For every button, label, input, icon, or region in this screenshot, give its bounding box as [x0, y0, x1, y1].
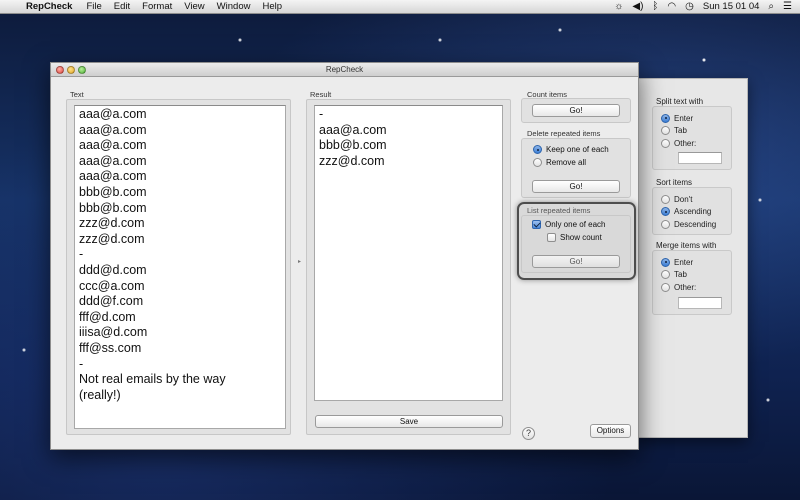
result-line: bbb@b.com: [319, 138, 387, 153]
bluetooth-icon[interactable]: ᛒ: [652, 0, 658, 14]
radio-icon: [661, 113, 670, 123]
sort-items-label: Sort items: [656, 178, 693, 187]
radio-icon: [661, 194, 670, 204]
close-window-button[interactable]: [56, 66, 64, 74]
split-tab-radio[interactable]: Tab: [653, 125, 731, 138]
split-text-group: Enter Tab Other:: [652, 106, 732, 170]
main-window: RepCheck Text aaa@a.com aaa@a.com aaa@a.…: [50, 62, 639, 450]
text-input-area[interactable]: aaa@a.com aaa@a.com aaa@a.com aaa@a.com …: [74, 105, 286, 429]
title-bar[interactable]: RepCheck: [51, 63, 638, 77]
volume-icon[interactable]: ◀): [632, 0, 643, 14]
text-line: iiisa@d.com: [79, 325, 148, 340]
search-icon[interactable]: ⌕: [768, 0, 774, 14]
result-panel-label: Result: [310, 90, 332, 99]
save-button[interactable]: Save: [315, 415, 503, 428]
sort-ascending-radio[interactable]: Ascending: [653, 206, 731, 219]
delete-repeated-label: Delete repeated items: [527, 129, 601, 138]
text-line: -: [79, 247, 84, 262]
menu-bar: RepCheck File Edit Format View Window He…: [0, 0, 800, 14]
text-line: aaa@a.com: [79, 122, 147, 137]
text-line: ddd@f.com: [79, 294, 144, 309]
menu-window[interactable]: Window: [211, 0, 257, 14]
brightness-icon[interactable]: ☼: [614, 0, 623, 14]
result-line: aaa@a.com: [319, 122, 387, 137]
text-line: zzz@d.com: [79, 231, 145, 246]
menu-format[interactable]: Format: [136, 0, 178, 14]
zoom-window-button[interactable]: [78, 66, 86, 74]
count-go-button[interactable]: Go!: [532, 104, 620, 117]
text-line: aaa@a.com: [79, 107, 147, 121]
radio-icon: [661, 257, 670, 267]
checkbox-icon: [532, 220, 541, 229]
window-title: RepCheck: [325, 65, 364, 74]
merge-other-radio[interactable]: Other:: [653, 281, 731, 294]
menu-app-name[interactable]: RepCheck: [24, 0, 80, 14]
time-machine-icon[interactable]: ◷: [685, 0, 694, 14]
split-other-radio[interactable]: Other:: [653, 137, 731, 150]
radio-icon: [661, 138, 670, 148]
radio-icon: [661, 126, 670, 136]
text-line: Not real emails by the way: [79, 372, 226, 387]
merge-tab-radio[interactable]: Tab: [653, 269, 731, 282]
split-text-label: Split text with: [656, 97, 704, 106]
text-line: fff@d.com: [79, 309, 136, 324]
help-button[interactable]: ?: [522, 427, 535, 440]
radio-icon: [661, 282, 670, 292]
list-repeated-label: List repeated items: [527, 206, 591, 215]
checkbox-icon: [547, 233, 556, 242]
only-one-checkbox[interactable]: Only one of each: [532, 220, 605, 229]
text-line: bbb@b.com: [79, 200, 147, 215]
text-line: -: [79, 356, 84, 371]
delete-go-button[interactable]: Go!: [532, 180, 620, 193]
notification-list-icon[interactable]: ☰: [783, 0, 792, 14]
show-count-checkbox[interactable]: Show count: [547, 233, 602, 242]
status-area: ☼ ◀) ᛒ ◠ ◷ Sun 15 01 04 ⌕ ☰: [614, 0, 800, 14]
radio-icon: [661, 219, 670, 229]
wifi-icon[interactable]: ◠: [667, 0, 676, 14]
merge-enter-radio[interactable]: Enter: [653, 256, 731, 269]
keep-one-radio[interactable]: Keep one of each: [533, 145, 609, 154]
text-line: fff@ss.com: [79, 340, 142, 355]
sort-items-group: Don't Ascending Descending: [652, 187, 732, 235]
result-line: -: [319, 107, 324, 121]
radio-icon: [661, 270, 670, 280]
menu-view[interactable]: View: [178, 0, 210, 14]
text-line: aaa@a.com: [79, 138, 147, 153]
remove-all-radio[interactable]: Remove all: [533, 158, 586, 167]
menu-edit[interactable]: Edit: [108, 0, 136, 14]
menu-help[interactable]: Help: [256, 0, 288, 14]
result-output-area[interactable]: - aaa@a.com bbb@b.com zzz@d.com: [314, 105, 503, 401]
options-drawer: Split text with Enter Tab Other: Sort it…: [636, 78, 748, 438]
radio-icon: [533, 145, 542, 154]
sort-descending-radio[interactable]: Descending: [653, 218, 731, 231]
sort-dont-radio[interactable]: Don't: [653, 193, 731, 206]
options-button[interactable]: Options: [590, 424, 631, 438]
menu-file[interactable]: File: [80, 0, 107, 14]
clock[interactable]: Sun 15 01 04: [703, 1, 760, 12]
merge-other-field[interactable]: [678, 297, 722, 309]
merge-items-label: Merge items with: [656, 241, 717, 250]
radio-icon: [533, 158, 542, 167]
text-line: zzz@d.com: [79, 216, 145, 231]
text-line: ddd@d.com: [79, 262, 147, 277]
radio-icon: [661, 207, 670, 217]
minimize-window-button[interactable]: [67, 66, 75, 74]
text-panel-label: Text: [70, 90, 84, 99]
split-enter-radio[interactable]: Enter: [653, 112, 731, 125]
split-other-field[interactable]: [678, 152, 722, 164]
splitter-handle-icon[interactable]: ▸: [298, 258, 301, 265]
text-line: (really!): [79, 387, 121, 402]
text-line: ccc@a.com: [79, 278, 145, 293]
result-line: zzz@d.com: [319, 153, 385, 168]
text-line: bbb@b.com: [79, 184, 147, 199]
merge-items-group: Enter Tab Other:: [652, 250, 732, 315]
text-line: aaa@a.com: [79, 169, 147, 184]
list-go-button[interactable]: Go!: [532, 255, 620, 268]
text-line: aaa@a.com: [79, 153, 147, 168]
